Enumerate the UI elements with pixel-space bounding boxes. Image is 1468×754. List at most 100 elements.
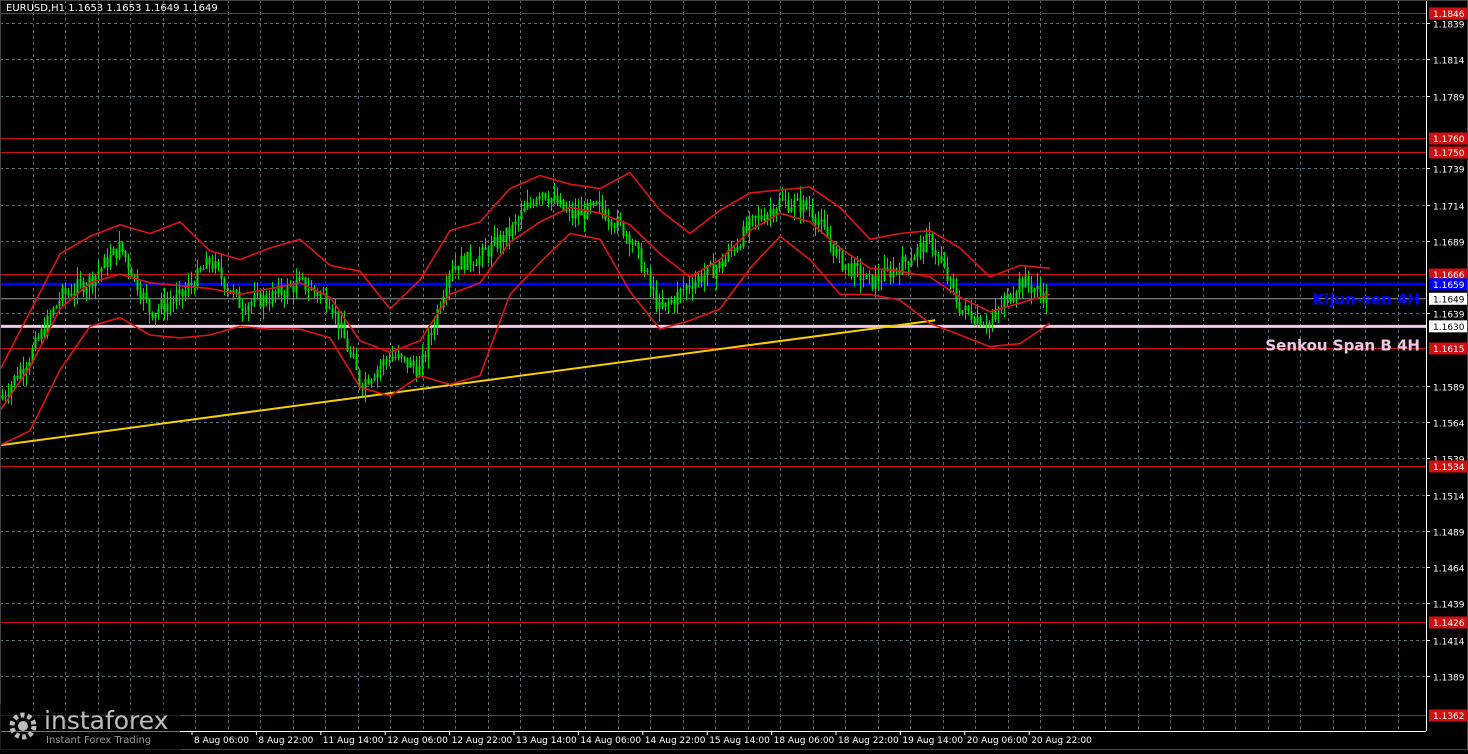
- candle-body: [172, 302, 175, 304]
- candle-body: [142, 292, 145, 299]
- x-tick-label: 18 Aug 22:00: [838, 736, 899, 746]
- candle-body: [106, 257, 109, 268]
- candle-body: [814, 217, 817, 225]
- candle-body: [157, 309, 160, 313]
- candle-body: [148, 299, 151, 313]
- candle-body: [610, 221, 613, 227]
- candle-body: [373, 377, 376, 380]
- candle-body: [703, 275, 706, 283]
- candle-body: [409, 361, 412, 368]
- candle-body: [589, 202, 592, 206]
- candle-body: [421, 354, 424, 366]
- candle-body: [634, 242, 637, 244]
- candle-body: [841, 251, 844, 270]
- candle-body: [124, 251, 127, 258]
- candle-body: [388, 359, 391, 361]
- candle-body: [691, 287, 694, 289]
- x-tick-label: 20 Aug 22:00: [1031, 736, 1092, 746]
- candle-body: [562, 199, 565, 210]
- candle-body: [853, 262, 856, 277]
- candle-body: [100, 268, 103, 272]
- candle-body: [538, 195, 541, 199]
- y-tick-label: 1.1814: [1433, 57, 1465, 67]
- candle-body: [151, 312, 154, 319]
- candle-body: [823, 219, 826, 228]
- candle-body: [718, 261, 721, 269]
- y-tick-label: 1.1389: [1433, 674, 1465, 684]
- candle-body: [61, 288, 64, 301]
- candle-body: [358, 369, 361, 386]
- candle-body: [532, 203, 535, 205]
- kijun-sen-label: Kijun-sen 4H: [1313, 290, 1420, 308]
- candle-body: [412, 361, 415, 367]
- candle-body: [838, 249, 841, 252]
- candle-body: [331, 308, 334, 314]
- candle-body: [115, 248, 118, 259]
- candle-body: [697, 276, 700, 282]
- chart-background: [0, 0, 1468, 750]
- level-label-text: 1.1426: [1433, 619, 1465, 629]
- candle-body: [1027, 275, 1030, 286]
- candle-body: [952, 278, 955, 289]
- candle-body: [391, 357, 394, 361]
- candle-body: [1018, 278, 1021, 293]
- candle-body: [553, 195, 556, 199]
- candle-body: [181, 289, 184, 296]
- candle-body: [859, 266, 862, 280]
- candle-body: [109, 254, 112, 268]
- candle-body: [652, 286, 655, 290]
- candle-body: [175, 294, 178, 303]
- candle-body: [862, 279, 865, 281]
- current-price-label-text: 1.1649: [1433, 295, 1465, 305]
- candle-body: [805, 200, 808, 208]
- level-label-text: 1.1750: [1433, 149, 1465, 159]
- candle-body: [688, 285, 691, 288]
- candle-body: [220, 266, 223, 279]
- candle-body: [874, 275, 877, 289]
- candle-body: [844, 264, 847, 270]
- candle-body: [52, 308, 55, 315]
- candle-body: [679, 289, 682, 292]
- candle-body: [973, 319, 976, 325]
- candle-body: [514, 221, 517, 225]
- candle-body: [763, 218, 766, 221]
- candle-body: [118, 241, 121, 259]
- price-chart[interactable]: 1.1839 1.1814 1.1789 1.1739 1.1714 1.1689 1.16…: [0, 0, 1468, 750]
- candle-body: [577, 210, 580, 216]
- candle-body: [1021, 278, 1024, 288]
- candle-body: [961, 310, 964, 313]
- y-tick-label: 1.1739: [1433, 166, 1465, 176]
- x-tick-label: 15 Aug 14:00: [709, 736, 770, 746]
- y-tick-label: 1.1489: [1433, 529, 1465, 539]
- candle-body: [349, 351, 352, 355]
- candle-body: [40, 329, 43, 340]
- candle-body: [259, 292, 262, 307]
- candle-body: [19, 368, 22, 379]
- candle-body: [127, 257, 130, 269]
- candle-body: [271, 291, 274, 304]
- candle-body: [235, 290, 238, 292]
- candle-body: [835, 249, 838, 256]
- y-tick-label: 1.1564: [1433, 420, 1465, 430]
- candle-body: [139, 290, 142, 299]
- candle-body: [406, 357, 409, 368]
- candle-body: [958, 301, 961, 313]
- y-tick-label: 1.1414: [1433, 638, 1465, 648]
- candle-body: [946, 267, 949, 281]
- candle-body: [355, 356, 358, 370]
- candle-body: [982, 325, 985, 327]
- candle-body: [790, 207, 793, 212]
- candle-body: [772, 209, 775, 216]
- candle-body: [448, 273, 451, 288]
- candle-body: [1, 396, 4, 399]
- candle-body: [22, 368, 25, 374]
- candle-body: [676, 291, 679, 305]
- chart-area[interactable]: 1.1839 1.1814 1.1789 1.1739 1.1714 1.1689 1.16…: [0, 0, 1468, 750]
- candle-body: [460, 255, 463, 270]
- candle-body: [76, 279, 79, 294]
- candle-body: [16, 375, 19, 379]
- candle-body: [964, 305, 967, 311]
- candle-body: [520, 211, 523, 220]
- candle-body: [757, 215, 760, 218]
- candle-body: [211, 264, 214, 269]
